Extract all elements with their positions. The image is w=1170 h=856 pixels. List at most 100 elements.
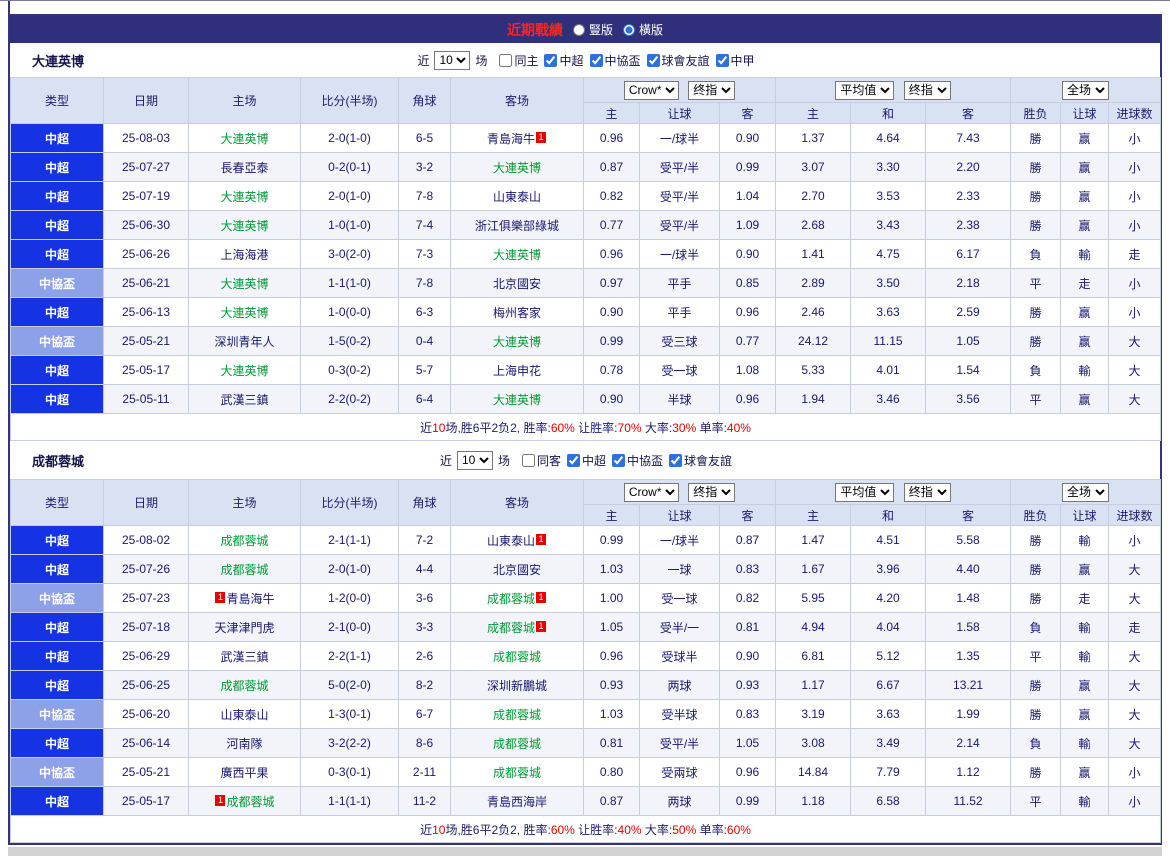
euro-odds-2: 7.43: [925, 123, 1012, 153]
euro-odds-2: 2.18: [925, 268, 1012, 298]
asian-stage-select[interactable]: 终指: [688, 80, 736, 100]
result-2: 大: [1108, 728, 1162, 758]
team-name: 山東泰山: [492, 189, 541, 204]
filter-checkbox[interactable]: [521, 453, 535, 467]
asian-odds-0: 1.03: [583, 699, 640, 729]
euro-odds-2: 2.33: [925, 181, 1012, 211]
panel-title: 近期戰績: [506, 21, 563, 38]
result-0: 負: [1010, 728, 1062, 758]
period-select[interactable]: 全场: [1062, 80, 1110, 100]
euro-odds-0: 3.07: [775, 152, 852, 182]
match-date: 25-08-02: [103, 525, 189, 555]
summary-segment: 单率:: [696, 822, 727, 837]
asian-odds-2: 0.90: [718, 239, 777, 269]
team-name: 武漢三鎮: [220, 649, 269, 664]
recent-count-select[interactable]: 10: [434, 50, 471, 70]
match-type: 中協盃: [10, 326, 104, 356]
euro-odds-2: 2.38: [925, 210, 1012, 240]
summary-row: 近10场,胜6平2负2, 胜率:60% 让胜率:40% 大率:50% 单率:60…: [9, 815, 1162, 843]
filter-中超[interactable]: 中超: [544, 52, 584, 69]
filter-checkbox[interactable]: [567, 453, 580, 467]
result-1: 輸: [1060, 728, 1110, 758]
filter-checkbox[interactable]: [499, 53, 513, 67]
result-2: 大: [1108, 384, 1162, 414]
filter-checkbox[interactable]: [544, 53, 558, 67]
away-team-cell: 深圳新鵬城: [450, 670, 584, 700]
col-handicap: 让球: [639, 504, 720, 526]
match-row: 中超 25-05-17 大連英博 0-3(0-2) 5-7 上海申花 0.78 受一球 1.08…: [10, 355, 1162, 385]
asian-odds-1: 受半球: [639, 699, 720, 729]
match-date: 25-07-19: [103, 181, 189, 211]
layout-option-vertical[interactable]: 豎版: [572, 21, 613, 38]
euro-odds-1: 3.96: [850, 554, 927, 584]
col-euro-home: 主: [775, 504, 852, 526]
filter-中協盃[interactable]: 中協盃: [589, 52, 641, 69]
filter-中超[interactable]: 中超: [567, 452, 606, 469]
summary-segment: 70%: [617, 420, 642, 435]
match-row: 中協盃 25-06-21 大連英博 1-1(1-0) 7-8 北京國安 0.97 平手 0.85…: [10, 268, 1162, 298]
col-win-lose: 胜负: [1010, 504, 1062, 526]
asian-odds-2: 1.08: [718, 355, 777, 385]
home-team-cell: 河南隊: [188, 728, 301, 758]
filter-球會友誼[interactable]: 球會友誼: [669, 452, 732, 469]
result-0: 勝: [1010, 525, 1062, 555]
team-name: 天津津門虎: [214, 620, 275, 635]
vertical-layout-radio[interactable]: [572, 23, 585, 36]
euro-odds-2: 1.54: [925, 355, 1012, 385]
asian-odds-1: 一/球半: [639, 123, 720, 153]
match-row: 中超 25-08-03 大連英博 2-0(1-0) 6-5 青島海牛 1 0.96 一/球半 0.…: [10, 123, 1162, 153]
euro-avg-select[interactable]: 平均值: [835, 80, 895, 100]
result-2: 大: [1108, 641, 1162, 671]
filter-checkbox[interactable]: [669, 453, 683, 467]
result-2: 走: [1108, 612, 1162, 642]
away-team-cell: 大連英博: [450, 326, 584, 356]
filter-checkbox[interactable]: [589, 53, 603, 67]
euro-stage-select[interactable]: 终指: [903, 80, 951, 100]
section-head: 成都蓉城 近 10 场 同客 中超 中協盃 球會友誼: [10, 441, 1160, 479]
match-row: 中超 25-06-29 武漢三鎮 2-2(1-1) 2-6 成都蓉城 0.96 受球半 0.90…: [10, 641, 1162, 671]
col-type: 类型: [10, 479, 104, 526]
euro-stage-select[interactable]: 终指: [903, 482, 951, 502]
result-1: 輸: [1060, 786, 1110, 816]
filter-球會友誼[interactable]: 球會友誼: [646, 52, 710, 69]
col-euro-draw: 和: [850, 504, 927, 526]
filter-checkbox[interactable]: [612, 453, 626, 467]
match-score: 1-2(0-0): [300, 583, 399, 613]
filter-同客[interactable]: 同客: [521, 452, 561, 469]
match-score: 1-1(1-0): [300, 268, 399, 298]
match-type: 中超: [10, 641, 104, 671]
match-type: 中超: [10, 728, 104, 758]
recent-label: 近: [417, 53, 430, 68]
team-section-chengdu: 成都蓉城 近 10 场同客 中超 中協盃 球會友誼 类型 日期 主场 比分(半场): [9, 441, 1162, 843]
period-select[interactable]: 全场: [1062, 482, 1110, 502]
bookmaker-select[interactable]: Crow*: [623, 482, 679, 502]
match-row: 中超 25-05-17 1 成都蓉城 1-1(1-1) 11-2 青島西海岸 0.87 两球 0.…: [10, 786, 1162, 816]
result-1: 赢: [1060, 757, 1110, 787]
layout-option-horizontal[interactable]: 橫版: [623, 21, 663, 38]
result-2: 小: [1108, 210, 1162, 240]
match-row: 中超 25-06-25 成都蓉城 5-0(2-0) 8-2 深圳新鵬城 0.93 两球 0.93…: [10, 670, 1162, 700]
match-row: 中超 25-07-26 成都蓉城 2-0(1-0) 4-4 北京國安 1.03 一球 0.83 1…: [10, 554, 1162, 584]
bookmaker-select[interactable]: Crow*: [623, 80, 679, 100]
corner-count: 5-7: [398, 355, 451, 385]
recent-count-select[interactable]: 10: [456, 450, 493, 470]
asian-odds-0: 1.00: [583, 583, 640, 613]
euro-avg-select[interactable]: 平均值: [835, 482, 895, 502]
euro-odds-1: 3.50: [850, 268, 927, 298]
corner-count: 0-4: [398, 326, 451, 356]
filter-中甲[interactable]: 中甲: [715, 52, 755, 69]
asian-odds-2: 0.99: [718, 152, 777, 182]
match-date: 25-07-18: [103, 612, 189, 642]
home-team-cell: 大連英博: [188, 123, 301, 153]
horizontal-layout-radio[interactable]: [623, 23, 635, 36]
asian-stage-select[interactable]: 终指: [688, 482, 736, 502]
home-team-cell: 1 成都蓉城: [188, 786, 301, 816]
asian-odds-0: 1.05: [583, 612, 640, 642]
filter-checkbox[interactable]: [646, 53, 660, 67]
filter-同主[interactable]: 同主: [499, 52, 538, 69]
filter-checkbox[interactable]: [715, 53, 729, 67]
team-name: 成都蓉城: [220, 533, 269, 548]
team-name: 上海申花: [492, 363, 541, 378]
team-title: 大連英博: [32, 53, 85, 69]
filter-中協盃[interactable]: 中協盃: [612, 452, 663, 469]
